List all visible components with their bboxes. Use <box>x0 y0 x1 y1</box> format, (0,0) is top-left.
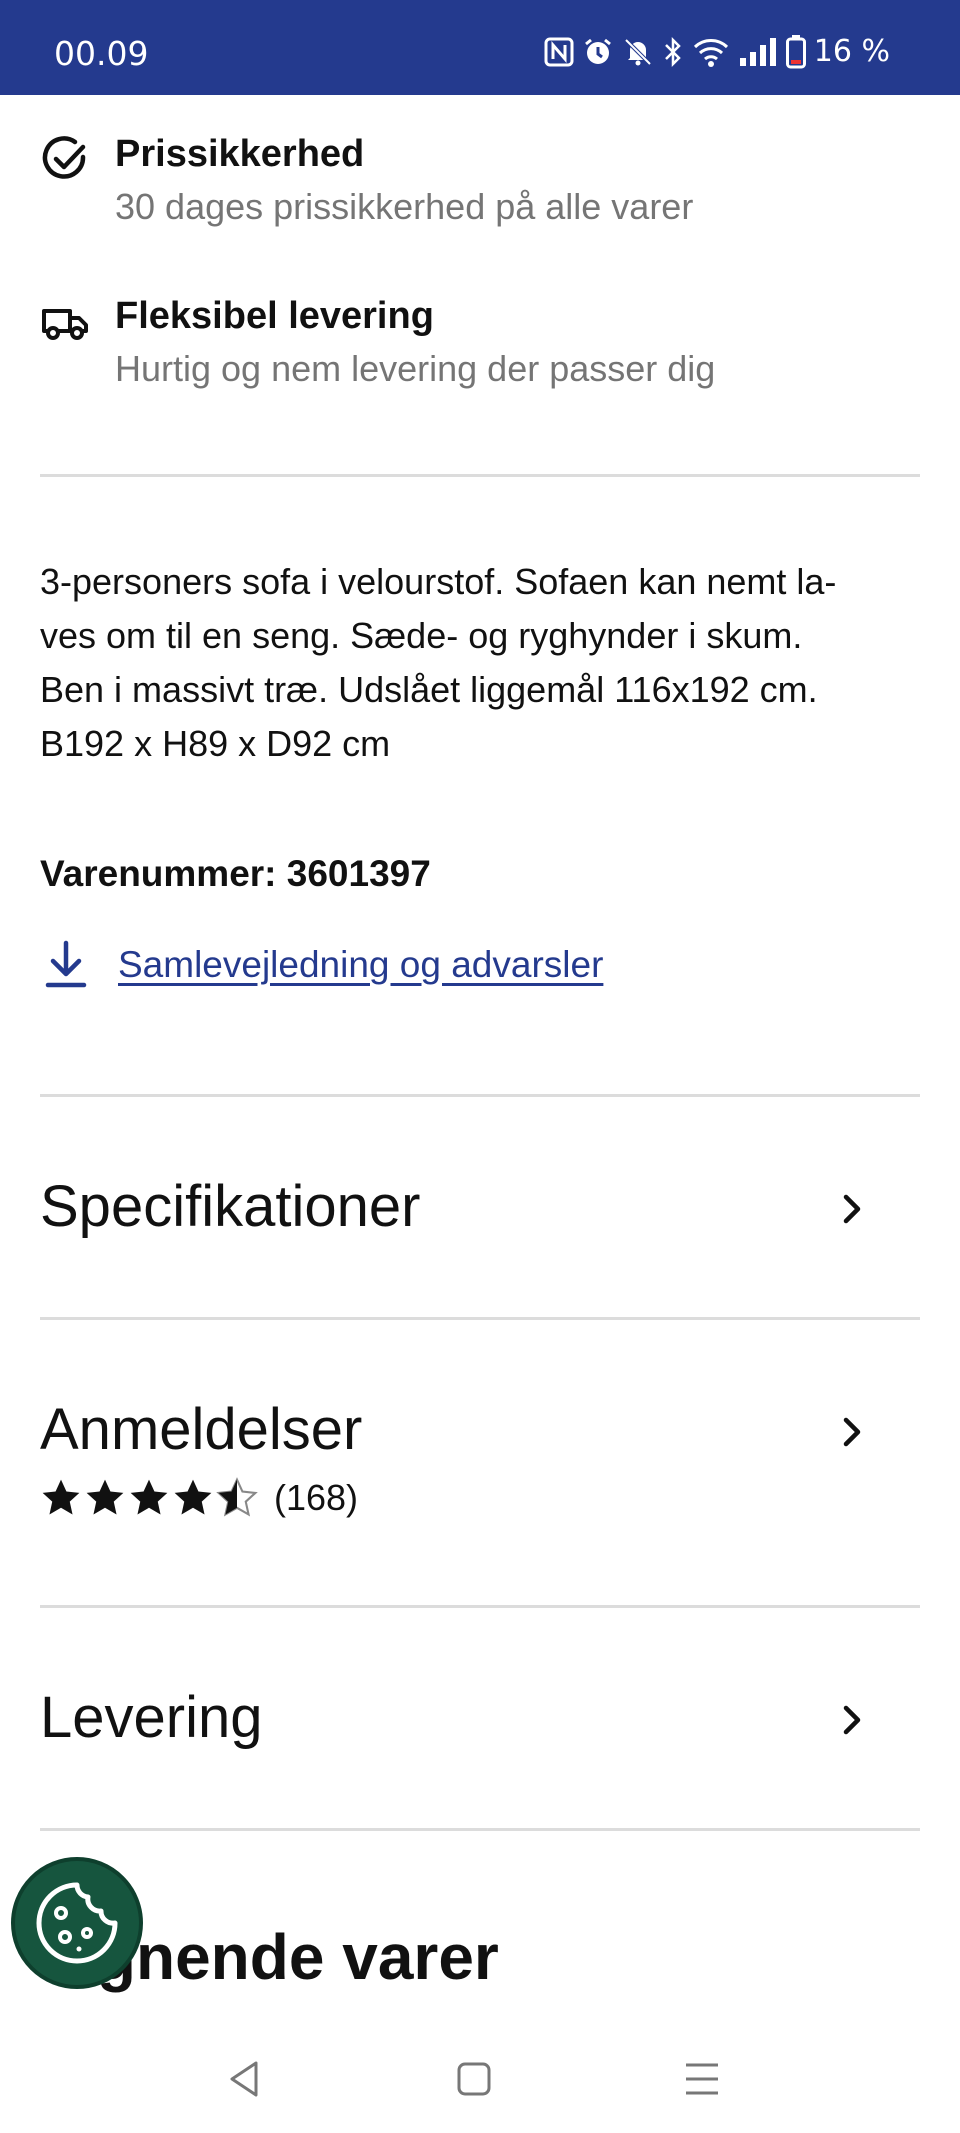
home-icon[interactable] <box>452 2057 496 2101</box>
recents-icon[interactable] <box>680 2057 724 2101</box>
specifications-row[interactable]: Specifikationer <box>40 1097 920 1317</box>
reviews-title: Anmeldelser <box>40 1397 363 1462</box>
truck-icon <box>42 309 88 340</box>
battery-percent: 16 % <box>813 34 890 69</box>
article-number-label: Varenummer: <box>40 853 277 894</box>
assembly-download-link[interactable]: Samlevejledning og advarsler <box>40 935 603 995</box>
review-count: (168) <box>274 1477 359 1518</box>
cookie-icon <box>36 1882 118 1964</box>
divider <box>40 474 920 477</box>
description-line: Ben i massivt træ. Udslået liggemål 116x… <box>40 669 818 710</box>
usp-subtitle: Hurtig og nem levering der passer dig <box>115 348 716 389</box>
check-circle-icon <box>42 136 86 179</box>
chevron-right-icon <box>843 1705 861 1735</box>
usp-title: Prissikkerhed <box>115 133 365 175</box>
specifications-title: Specifikationer <box>40 1174 421 1239</box>
star-full-icon <box>86 1479 124 1515</box>
description-line: ves om til en seng. Sæde- og ryghynder i… <box>40 615 803 656</box>
usp-title: Fleksibel levering <box>115 295 434 337</box>
product-description: 3-personers sofa i velourstof. Sofaen ka… <box>40 555 920 771</box>
star-half-icon <box>216 1477 258 1517</box>
description-line: B192 x H89 x D92 cm <box>40 723 391 764</box>
divider <box>40 1828 920 1831</box>
download-link-label[interactable]: Samlevejledning og advarsler <box>118 944 603 986</box>
status-bar: 00.09 16 % <box>0 0 960 95</box>
back-icon[interactable] <box>222 2057 266 2101</box>
usp-subtitle: 30 dages prissikkerhed på alle varer <box>115 186 694 227</box>
star-full-icon <box>130 1479 168 1515</box>
cookie-settings-button[interactable] <box>11 1857 143 1989</box>
article-number-value: 3601397 <box>286 853 431 894</box>
system-nav-bar <box>0 2025 960 2133</box>
chevron-right-icon <box>843 1417 861 1447</box>
mute-icon <box>624 38 652 65</box>
usp-price-guarantee: Prissikkerhed 30 dages prissikkerhed på … <box>40 133 920 243</box>
delivery-row[interactable]: Levering <box>40 1608 920 1828</box>
alarm-icon <box>584 38 611 64</box>
battery-icon <box>785 34 806 68</box>
reviews-row[interactable]: Anmeldelser (168) <box>40 1320 920 1605</box>
status-time: 00.09 <box>54 34 149 73</box>
wifi-icon <box>693 38 728 67</box>
star-full-icon <box>174 1479 212 1515</box>
nfc-icon <box>544 37 574 66</box>
status-icons: 16 % <box>544 34 890 69</box>
description-line: 3-personers sofa i velourstof. Sofaen ka… <box>40 561 837 602</box>
chevron-right-icon <box>843 1194 861 1224</box>
signal-icon <box>739 37 776 66</box>
article-number: Varenummer: 3601397 <box>40 853 431 895</box>
download-icon <box>45 940 87 988</box>
review-rating: (168) <box>40 1477 358 1519</box>
bluetooth-icon <box>664 36 681 67</box>
delivery-title: Levering <box>40 1685 263 1750</box>
star-full-icon <box>42 1479 80 1515</box>
usp-flexible-delivery: Fleksibel levering Hurtig og nem leverin… <box>40 295 920 405</box>
